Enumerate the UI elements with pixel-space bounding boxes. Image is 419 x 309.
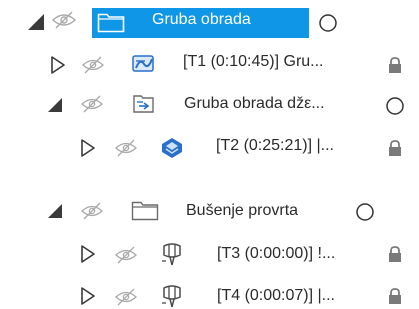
- tree-item-label: [T2 (0:25:21)] |...: [216, 137, 334, 154]
- lock-icon: [387, 139, 403, 157]
- visibility-hidden-icon[interactable]: [114, 287, 138, 307]
- pocket-clearing-operation-icon: [160, 136, 184, 160]
- visibility-hidden-icon[interactable]: [81, 55, 105, 75]
- visibility-hidden-icon[interactable]: [114, 138, 138, 158]
- tree-row-operation-t2[interactable]: [T2 (0:25:21)] |...: [0, 126, 419, 168]
- lock-icon: [387, 56, 403, 74]
- visibility-hidden-icon[interactable]: [51, 9, 77, 31]
- collapsed-arrow-icon[interactable]: [50, 56, 66, 74]
- status-circle-icon: [318, 13, 338, 33]
- tree-item-label: Gruba obrada: [152, 11, 251, 28]
- tree-item-label: [T1 (0:10:45)] Gru...: [183, 53, 324, 70]
- tree-row-operation-t1[interactable]: [T1 (0:10:45)] Gru...: [0, 42, 419, 84]
- lock-icon: [387, 287, 403, 305]
- collapsed-arrow-icon[interactable]: [80, 287, 96, 305]
- adaptive-clearing-operation-icon: [131, 52, 157, 76]
- tree-row-setup-busenje-provrta[interactable]: Bušenje provrta: [0, 168, 419, 221]
- collapsed-arrow-icon[interactable]: [80, 139, 96, 157]
- tree-item-label: [T4 (0:00:07)] |...: [217, 287, 335, 304]
- folder-icon: [97, 11, 125, 33]
- expanded-arrow-icon[interactable]: [46, 96, 64, 114]
- expanded-arrow-icon[interactable]: [26, 12, 46, 32]
- drill-operation-icon: [160, 283, 184, 309]
- status-circle-icon: [385, 96, 405, 116]
- browser-tree: Gruba obrada [T1 (0:10:45)] Gru... Gruba…: [0, 0, 419, 308]
- folder-toolpath-icon: [132, 92, 158, 116]
- tree-item-label: Gruba obrada džε...: [184, 95, 325, 112]
- tree-row-setup-gruba-obrada-dzep[interactable]: Gruba obrada džε...: [0, 84, 419, 126]
- tree-row-setup-gruba-obrada[interactable]: Gruba obrada: [0, 0, 419, 42]
- tree-row-operation-t3[interactable]: [T3 (0:00:00)] !...: [0, 210, 419, 266]
- visibility-hidden-icon[interactable]: [80, 94, 104, 114]
- tree-row-operation-t4[interactable]: [T4 (0:00:07)] |...: [0, 252, 419, 308]
